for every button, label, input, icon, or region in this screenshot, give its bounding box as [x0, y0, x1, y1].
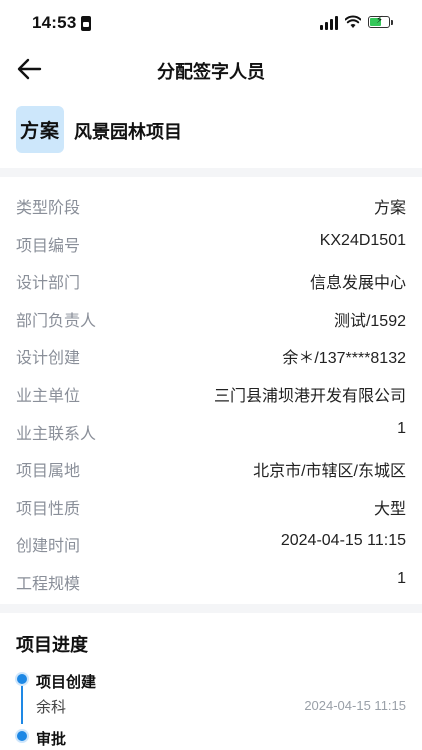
detail-row-owner-contact: 业主联系人 1: [0, 411, 422, 449]
status-time: 14:53: [32, 13, 77, 32]
detail-value: 信息发展中心: [309, 275, 406, 293]
project-header: 方案 风景园林项目: [0, 98, 422, 168]
cellular-signal-icon: [320, 16, 340, 30]
status-bar: 14:53 ⚡: [0, 0, 422, 48]
detail-row-project-scale: 工程规模 1: [0, 561, 422, 599]
detail-row-project-number: 项目编号 KX24D1501: [0, 223, 422, 261]
timeline-dot: [15, 672, 29, 686]
detail-label: 项目编号: [16, 237, 81, 255]
step-name: 项目创建: [36, 674, 97, 691]
detail-value: 大型: [373, 500, 406, 518]
detail-value: 北京市/市辖区/东城区: [253, 463, 406, 481]
detail-row-design-department: 设计部门 信息发展中心: [0, 260, 422, 298]
detail-label: 类型阶段: [16, 200, 81, 217]
navigation-bar: 分配签字人员: [0, 48, 422, 90]
battery-cap-icon: [391, 20, 393, 25]
detail-label: 业主联系人: [16, 425, 97, 443]
detail-value: 方案: [373, 200, 406, 217]
sim-card-icon: [81, 16, 91, 31]
detail-label: 部门负责人: [16, 312, 97, 330]
wifi-icon: [345, 15, 361, 28]
detail-row-type-stage: 类型阶段 方案: [0, 185, 422, 223]
battery-icon: ⚡: [368, 15, 390, 28]
detail-row-design-creator: 设计创建 余＊/137****8132: [0, 335, 422, 373]
detail-row-project-nature: 项目性质 大型: [0, 486, 422, 524]
detail-row-owner-unit: 业主单位 三门县浦坝港开发有限公司: [0, 373, 422, 411]
detail-value: 1: [397, 419, 406, 437]
timeline-line: [21, 684, 23, 724]
timeline-dot: [15, 729, 29, 743]
detail-value: 余＊/137****8132: [282, 350, 406, 368]
progress-title: 项目进度: [16, 635, 88, 655]
detail-row-created-time: 创建时间 2024-04-15 11:15: [0, 523, 422, 561]
detail-label: 设计创建: [16, 350, 81, 368]
step-time: 2024-04-15 11:15: [304, 698, 406, 713]
step-name: 审批: [36, 731, 67, 748]
detail-label: 设计部门: [16, 275, 81, 293]
section-divider: [0, 604, 422, 613]
page-title: 分配签字人员: [157, 62, 265, 82]
project-name: 风景园林项目: [74, 122, 182, 142]
detail-row-project-location: 项目属地 北京市/市辖区/东城区: [0, 448, 422, 486]
detail-value: KX24D1501: [319, 231, 406, 249]
detail-label: 工程规模: [16, 575, 81, 593]
detail-value: 测试/1592: [333, 312, 406, 330]
detail-value: 2024-04-15 11:15: [280, 532, 406, 550]
stage-badge: 方案: [16, 106, 64, 153]
detail-value: 三门县浦坝港开发有限公司: [213, 387, 406, 405]
detail-row-department-head: 部门负责人 测试/1592: [0, 298, 422, 336]
detail-label: 项目性质: [16, 500, 81, 518]
detail-value: 1: [397, 569, 406, 587]
detail-label: 业主单位: [16, 387, 81, 405]
project-details-list: 类型阶段 方案 项目编号 KX24D1501 设计部门 信息发展中心 部门负责人…: [0, 185, 422, 599]
project-progress-section: 项目进度 项目创建 余科 2024-04-15 11:15 审批: [0, 614, 422, 750]
detail-label: 创建时间: [16, 538, 81, 556]
section-divider: [0, 168, 422, 177]
step-person: 余科: [36, 699, 67, 716]
detail-label: 项目属地: [16, 463, 81, 481]
